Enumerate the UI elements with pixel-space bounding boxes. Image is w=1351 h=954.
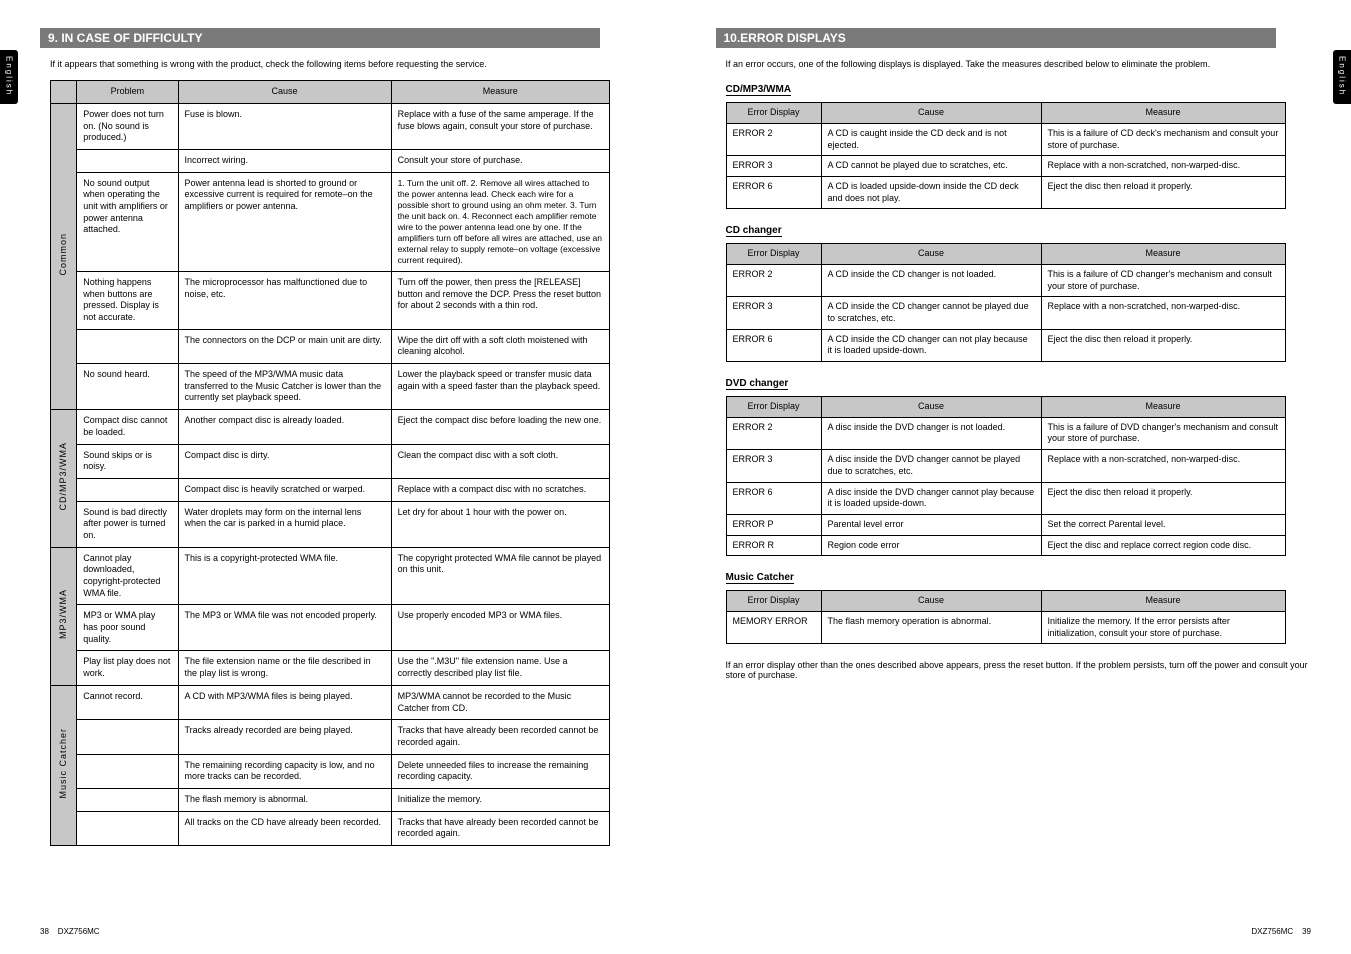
error-heading: CD changer bbox=[726, 225, 782, 237]
table-row: Sound skips or is noisy. Compact disc is… bbox=[51, 444, 610, 478]
th-cause: Cause bbox=[178, 81, 391, 104]
table-row: No sound heard. The speed of the MP3/WMA… bbox=[51, 364, 610, 410]
error-table-musiccatcher: Error Display Cause Measure MEMORY ERROR… bbox=[726, 590, 1286, 644]
table-row: ERROR 6A CD inside the CD changer can no… bbox=[726, 329, 1285, 361]
table-row: Compact disc is heavily scratched or war… bbox=[51, 478, 610, 501]
category-cell: Music Catcher bbox=[51, 685, 77, 845]
page-number: 39 bbox=[1302, 927, 1311, 936]
error-table-cd: Error Display Cause Measure ERROR 2A CD … bbox=[726, 102, 1286, 209]
table-row: ERROR RRegion code errorEject the disc a… bbox=[726, 535, 1285, 556]
table-row: All tracks on the CD have already been r… bbox=[51, 811, 610, 845]
error-section-musiccatcher: Music Catcher Error Display Cause Measur… bbox=[726, 572, 1312, 644]
table-row: Incorrect wiring. Consult your store of … bbox=[51, 149, 610, 172]
error-heading: CD/MP3/WMA bbox=[726, 84, 792, 96]
footer-right: DXZ756MC 39 bbox=[1251, 927, 1311, 936]
table-row: ERROR 2A CD is caught inside the CD deck… bbox=[726, 123, 1285, 155]
table-row: ERROR 3A disc inside the DVD changer can… bbox=[726, 450, 1285, 482]
category-cell: Common bbox=[51, 103, 77, 409]
table-row: ERROR 3A CD inside the CD changer cannot… bbox=[726, 297, 1285, 329]
intro-text-left: If it appears that something is wrong wi… bbox=[50, 58, 636, 70]
table-row: MEMORY ERRORThe flash memory operation i… bbox=[726, 611, 1285, 643]
language-tab-left: English bbox=[0, 50, 18, 104]
error-section-cdchanger: CD changer Error Display Cause Measure E… bbox=[726, 225, 1312, 362]
page-left: English 9. IN CASE OF DIFFICULTY If it a… bbox=[0, 0, 676, 954]
th-problem: Problem bbox=[77, 81, 178, 104]
language-tab-right: English bbox=[1333, 50, 1351, 104]
table-row: Music Catcher Cannot record. A CD with M… bbox=[51, 685, 610, 719]
language-tab-label: English bbox=[1338, 56, 1347, 96]
table-row: MP3/WMA Cannot play downloaded, copyrigh… bbox=[51, 547, 610, 605]
page-number: 38 bbox=[40, 927, 49, 936]
error-table-dvdchanger: Error Display Cause Measure ERROR 2A dis… bbox=[726, 396, 1286, 556]
table-row: Common Power does not turn on. (No sound… bbox=[51, 103, 610, 149]
footer-left: 38 DXZ756MC bbox=[40, 927, 100, 936]
table-row: ERROR PParental level errorSet the corre… bbox=[726, 514, 1285, 535]
table-row: The connectors on the DCP or main unit a… bbox=[51, 329, 610, 363]
intro-text-right: If an error occurs, one of the following… bbox=[726, 58, 1312, 70]
page-right: English 10.ERROR DISPLAYS If an error oc… bbox=[676, 0, 1351, 954]
th-measure: Measure bbox=[391, 81, 609, 104]
language-tab-label: English bbox=[5, 56, 14, 96]
error-heading: Music Catcher bbox=[726, 572, 794, 584]
table-row: ERROR 2A CD inside the CD changer is not… bbox=[726, 264, 1285, 296]
th-category bbox=[51, 81, 77, 104]
section-title-right: 10.ERROR DISPLAYS bbox=[716, 28, 1276, 48]
table-row: Sound is bad directly after power is tur… bbox=[51, 501, 610, 547]
error-section-dvdchanger: DVD changer Error Display Cause Measure … bbox=[726, 378, 1312, 556]
table-row: ERROR 3A CD cannot be played due to scra… bbox=[726, 156, 1285, 177]
error-heading: DVD changer bbox=[726, 378, 789, 390]
error-section-cd: CD/MP3/WMA Error Display Cause Measure E… bbox=[726, 84, 1312, 209]
category-cell: CD/MP3/WMA bbox=[51, 410, 77, 548]
error-table-cdchanger: Error Display Cause Measure ERROR 2A CD … bbox=[726, 243, 1286, 362]
category-cell: MP3/WMA bbox=[51, 547, 77, 685]
troubleshooting-table: Problem Cause Measure Common Power does … bbox=[50, 80, 610, 846]
table-row: The flash memory is abnormal. Initialize… bbox=[51, 788, 610, 811]
table-row: No sound output when operating the unit … bbox=[51, 172, 610, 271]
table-row: ERROR 6A disc inside the DVD changer can… bbox=[726, 482, 1285, 514]
table-row: ERROR 2A disc inside the DVD changer is … bbox=[726, 417, 1285, 449]
table-row: CD/MP3/WMA Compact disc cannot be loaded… bbox=[51, 410, 610, 444]
table-row: Play list play does not work. The file e… bbox=[51, 651, 610, 685]
section-title-left: 9. IN CASE OF DIFFICULTY bbox=[40, 28, 600, 48]
model-number: DXZ756MC bbox=[58, 927, 100, 936]
table-row: Nothing happens when buttons are pressed… bbox=[51, 271, 610, 329]
model-number: DXZ756MC bbox=[1251, 927, 1293, 936]
table-row: MP3 or WMA play has poor sound quality. … bbox=[51, 605, 610, 651]
error-note: If an error display other than the ones … bbox=[726, 660, 1312, 680]
table-row: ERROR 6A CD is loaded upside-down inside… bbox=[726, 176, 1285, 208]
table-row: The remaining recording capacity is low,… bbox=[51, 754, 610, 788]
table-row: Tracks already recorded are being played… bbox=[51, 720, 610, 754]
